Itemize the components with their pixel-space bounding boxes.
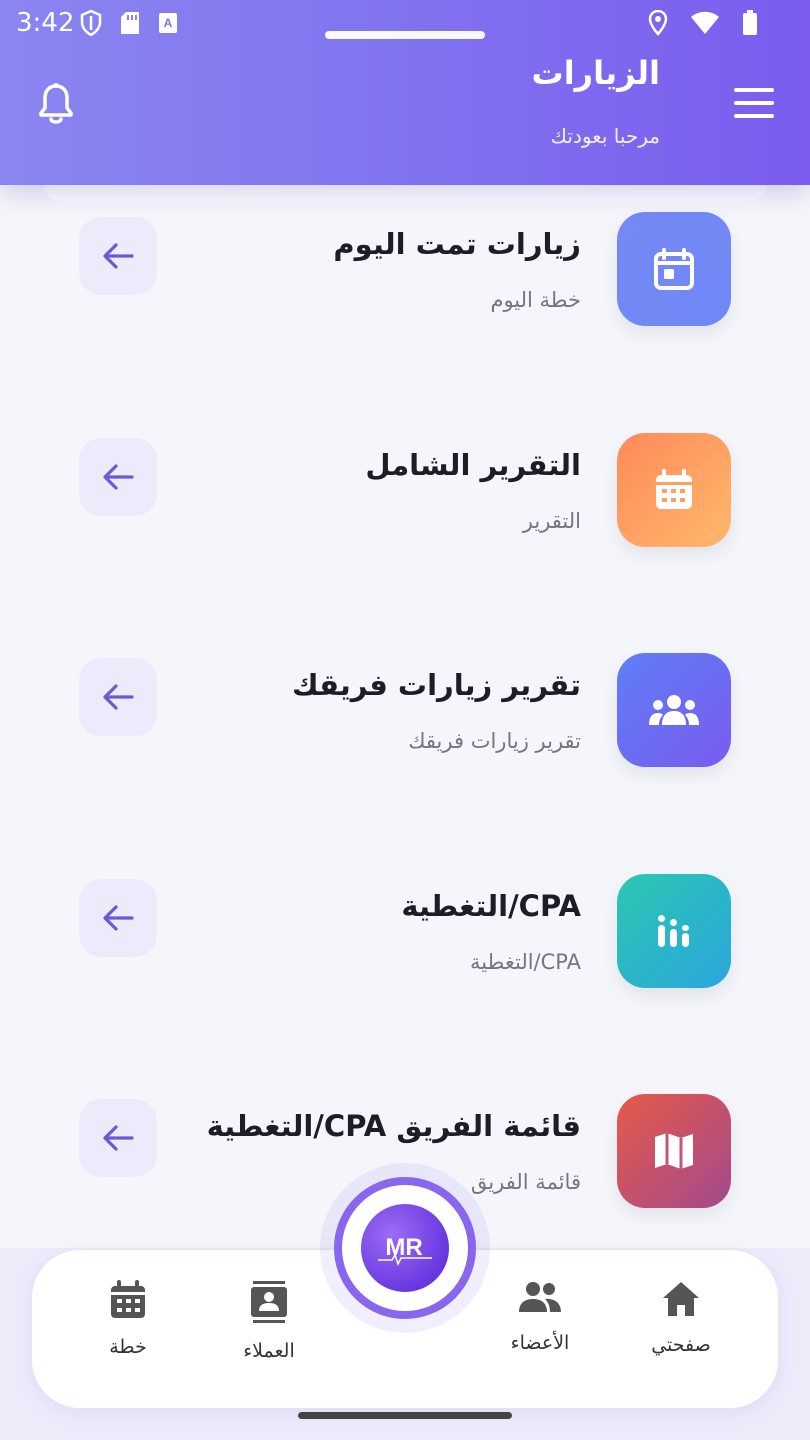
item-subtitle: خطة اليوم bbox=[490, 288, 581, 312]
arrow-left-icon bbox=[103, 464, 134, 490]
font-icon: A bbox=[158, 12, 178, 38]
open-button[interactable] bbox=[79, 438, 157, 516]
item-title: تقرير زيارات فريقك bbox=[292, 668, 581, 702]
battery-icon bbox=[742, 10, 758, 40]
arrow-left-icon bbox=[103, 1125, 134, 1151]
notifications-button[interactable] bbox=[36, 82, 76, 126]
page-subtitle: مرحبا بعودتك bbox=[550, 124, 660, 148]
location-icon bbox=[648, 9, 668, 40]
nav-home-label: صفحتي bbox=[651, 1334, 711, 1356]
calendar-icon bbox=[111, 1280, 145, 1318]
svg-text:A: A bbox=[164, 16, 173, 30]
calendar-icon bbox=[617, 212, 731, 326]
nav-plan[interactable]: خطة bbox=[68, 1280, 188, 1380]
arrow-left-icon bbox=[103, 905, 134, 931]
list-item-team-list-cpa[interactable]: قائمة الفريق CPA/التغطية قائمة الفريق bbox=[0, 1067, 810, 1208]
page-title: الزيارات bbox=[531, 54, 660, 92]
nav-plan-label: خطة bbox=[109, 1336, 147, 1358]
arrow-left-icon bbox=[103, 684, 134, 710]
menu-icon bbox=[734, 88, 774, 92]
open-button[interactable] bbox=[79, 879, 157, 957]
app-header: 3:42 A الزيارات مرحبا بعودتك bbox=[0, 0, 810, 185]
nav-clients[interactable]: العملاء bbox=[209, 1280, 329, 1380]
list-item-cpa-coverage[interactable]: CPA/التغطية CPA/التغطية bbox=[0, 847, 810, 988]
item-subtitle: تقرير زيارات فريقك bbox=[408, 729, 581, 753]
list-item-comprehensive-report[interactable]: التقرير الشامل التقرير bbox=[0, 406, 810, 547]
notch-indicator bbox=[325, 31, 485, 39]
logo-text: MR bbox=[385, 1234, 422, 1261]
arrow-left-icon bbox=[103, 243, 134, 269]
home-indicator bbox=[298, 1412, 512, 1419]
nav-members-label: الأعضاء bbox=[510, 1332, 570, 1354]
list-item-team-visits-report[interactable]: تقرير زيارات فريقك تقرير زيارات فريقك bbox=[0, 626, 810, 767]
item-title: قائمة الفريق CPA/التغطية bbox=[206, 1109, 581, 1143]
map-icon bbox=[617, 1094, 731, 1208]
menu-button[interactable] bbox=[734, 88, 774, 118]
contacts-icon bbox=[251, 1281, 287, 1323]
bar-chart-icon bbox=[617, 874, 731, 988]
item-subtitle: قائمة الفريق bbox=[470, 1170, 581, 1194]
status-time: 3:42 bbox=[16, 8, 75, 38]
nav-clients-label: العملاء bbox=[243, 1340, 295, 1362]
menu-list: زيارات تمت اليوم خطة اليوم التقرير الشام… bbox=[0, 185, 810, 1248]
open-button[interactable] bbox=[79, 658, 157, 736]
mr-logo: MR bbox=[361, 1204, 449, 1292]
bell-icon bbox=[39, 83, 73, 124]
open-button[interactable] bbox=[79, 217, 157, 295]
nav-members[interactable]: الأعضاء bbox=[480, 1280, 600, 1380]
item-subtitle: التقرير bbox=[522, 509, 581, 533]
group-icon bbox=[519, 1282, 561, 1312]
sd-card-icon bbox=[120, 11, 140, 39]
nav-home[interactable]: صفحتي bbox=[621, 1280, 741, 1380]
status-bar: 3:42 A bbox=[0, 0, 810, 48]
wifi-icon bbox=[690, 11, 720, 39]
calendar-grid-icon bbox=[617, 433, 731, 547]
item-title: CPA/التغطية bbox=[401, 889, 581, 923]
open-button[interactable] bbox=[79, 1099, 157, 1177]
item-title: زيارات تمت اليوم bbox=[333, 227, 581, 261]
center-logo-button[interactable]: MR bbox=[334, 1177, 476, 1319]
team-icon bbox=[617, 653, 731, 767]
item-title: التقرير الشامل bbox=[365, 448, 581, 482]
list-item-visits-today[interactable]: زيارات تمت اليوم خطة اليوم bbox=[0, 185, 810, 326]
shield-icon bbox=[80, 9, 102, 40]
home-icon bbox=[663, 1282, 699, 1316]
item-subtitle: CPA/التغطية bbox=[470, 950, 581, 974]
